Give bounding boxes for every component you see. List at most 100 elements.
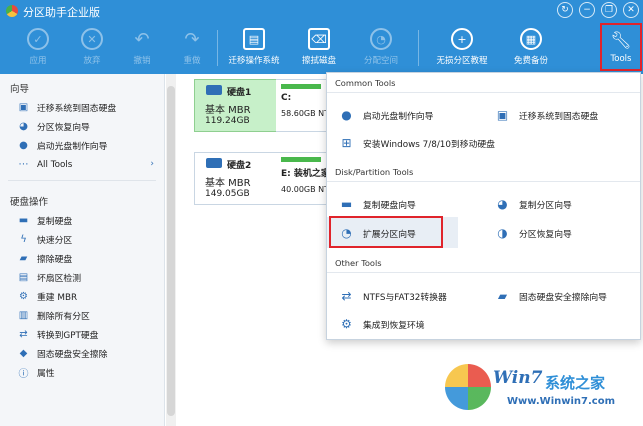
apply-button[interactable]: ✓ 应用 (18, 22, 58, 72)
wipe-disk-icon: ⌫ (308, 28, 330, 50)
sidebar-section-wizard: 向导 (10, 84, 30, 95)
sidebar-item-quick-partition[interactable]: ϟ 快速分区 (0, 230, 164, 249)
discard-label: 放弃 (83, 56, 101, 66)
menu-item-bootable-media[interactable]: ● 启动光盘制作向导 (339, 103, 433, 127)
backup-icon: ▦ (520, 28, 542, 50)
copy-disk-icon: ▬ (340, 197, 353, 211)
discard-button[interactable]: ✕ 放弃 (72, 22, 112, 72)
vertical-scrollbar[interactable] (166, 74, 176, 426)
toolbar-separator (217, 30, 218, 66)
sidebar-item-ssd-erase[interactable]: ◆ 固态硬盘安全擦除 (0, 344, 164, 363)
bootable-media-icon: ● (341, 108, 352, 122)
hard-disk-icon (206, 85, 222, 95)
allocate-space-button[interactable]: ◔ 分配空间 (356, 22, 406, 72)
migrate-icon: ▣ (18, 102, 29, 113)
watermark-brand: Win7 (493, 368, 543, 388)
menu-item-ssd-secure-erase[interactable]: ▰ 固态硬盘安全擦除向导 (495, 284, 607, 308)
undo-label: 撤销 (133, 56, 151, 66)
redo-button[interactable]: ↷ 重做 (172, 22, 212, 72)
hard-disk-icon (206, 158, 222, 168)
minimize-icon[interactable]: − (579, 2, 595, 18)
recovery-icon: ◑ (497, 226, 508, 240)
title-bar: 分区助手企业版 ↻ − ❐ ✕ (0, 0, 643, 22)
lossless-tutorial-button[interactable]: + 无损分区教程 (430, 22, 494, 72)
cancel-icon: ✕ (81, 28, 103, 50)
disk-card-2[interactable]: 硬盘2 基本 MBR 149.05GB (194, 152, 282, 205)
menu-section-disk-partition: Disk/Partition Tools (335, 167, 414, 177)
menu-item-label: NTFS与FAT32转换器 (363, 292, 447, 303)
menu-item-migrate-ssd[interactable]: ▣ 迁移系统到固态硬盘 (495, 103, 598, 127)
migrate-os-button[interactable]: ▤ 迁移操作系统 (222, 22, 286, 72)
refresh-icon[interactable]: ↻ (557, 2, 573, 18)
allocate-space-label: 分配空间 (363, 56, 398, 66)
sidebar-item-label: 迁移系统到固态硬盘 (37, 104, 117, 114)
menu-item-recovery-env[interactable]: ⚙ 集成到恢复环境 (339, 312, 424, 336)
undo-icon: ↶ (134, 28, 150, 50)
partition-usage-bar (281, 84, 321, 89)
sidebar-item-bad-sector[interactable]: ▤ 坏扇区检测 (0, 268, 164, 287)
menu-section-common: Common Tools (335, 78, 396, 88)
menu-divider (327, 92, 640, 93)
migrate-disk-icon: ▤ (243, 28, 265, 50)
sidebar-item-label: 属性 (37, 369, 55, 379)
sidebar-item-migrate-ssd[interactable]: ▣ 迁移系统到固态硬盘 (0, 98, 164, 117)
scan-icon: ▤ (18, 272, 29, 283)
menu-item-label: 固态硬盘安全擦除向导 (519, 292, 607, 303)
sidebar-item-properties[interactable]: ⓘ 属性 (0, 363, 164, 382)
lightning-icon: ϟ (20, 234, 27, 245)
menu-item-partition-recovery[interactable]: ◑ 分区恢复向导 (495, 221, 572, 245)
info-icon: ⓘ (18, 369, 29, 380)
menu-item-label: 迁移系统到固态硬盘 (519, 111, 599, 122)
watermark: Win7 系统之家 Www.Winwin7.com (445, 360, 635, 420)
tools-dropdown-menu: Common Tools ● 启动光盘制作向导 ▣ 迁移系统到固态硬盘 ⊞ 安装… (326, 72, 641, 340)
migrate-icon: ▣ (496, 108, 509, 122)
sidebar-item-label: 删除所有分区 (37, 312, 90, 322)
sidebar-item-delete-all[interactable]: ▥ 删除所有分区 (0, 306, 164, 325)
menu-divider (327, 181, 640, 182)
windows-icon: ⊞ (341, 136, 352, 150)
sidebar-item-copy-disk[interactable]: ▬ 复制硬盘 (0, 211, 164, 230)
toolbar: ✓ 应用 ✕ 放弃 ↶ 撤销 ↷ 重做 ▤ 迁移操作系统 ⌫ 擦拭磁盘 ◔ 分配… (0, 22, 643, 74)
ssd-icon: ◆ (19, 348, 28, 359)
tools-button[interactable]: 🔧︎ Tools (600, 23, 642, 71)
toolbar-separator (418, 30, 419, 66)
partition-usage-bar (281, 157, 321, 162)
sidebar: 向导 ▣ 迁移系统到固态硬盘 ◕ 分区恢复向导 ● 启动光盘制作向导 ⋯ All… (0, 74, 165, 426)
undo-button[interactable]: ↶ 撤销 (122, 22, 162, 72)
menu-item-label: 安装Windows 7/8/10到移动硬盘 (363, 139, 495, 150)
scroll-thumb[interactable] (167, 86, 175, 416)
menu-item-ntfs-fat32[interactable]: ⇄ NTFS与FAT32转换器 (339, 284, 447, 308)
sidebar-item-label: 启动光盘制作向导 (37, 142, 108, 152)
restore-icon[interactable]: ❐ (601, 2, 617, 18)
sidebar-item-convert-gpt[interactable]: ⇄ 转换到GPT硬盘 (0, 325, 164, 344)
menu-item-copy-partition[interactable]: ◕ 复制分区向导 (495, 192, 572, 216)
sidebar-item-partition-recovery[interactable]: ◕ 分区恢复向导 (0, 117, 164, 136)
dots-icon: ⋯ (18, 159, 29, 170)
sidebar-item-label: 坏扇区检测 (37, 274, 81, 284)
menu-item-copy-disk[interactable]: ▬ 复制硬盘向导 (339, 192, 416, 216)
menu-item-windows-to-go[interactable]: ⊞ 安装Windows 7/8/10到移动硬盘 (339, 131, 495, 155)
sidebar-item-rebuild-mbr[interactable]: ⚙ 重建 MBR (0, 287, 164, 306)
sidebar-item-bootable-media[interactable]: ● 启动光盘制作向导 (0, 136, 164, 155)
free-backup-label: 免费备份 (513, 56, 548, 66)
disk-name: 硬盘1 (227, 88, 252, 98)
redo-label: 重做 (183, 56, 201, 66)
app-title: 分区助手企业版 (23, 6, 100, 19)
sidebar-item-all-tools[interactable]: ⋯ All Tools › (0, 155, 164, 174)
free-backup-button[interactable]: ▦ 免费备份 (506, 22, 556, 72)
disk-name: 硬盘2 (227, 161, 252, 171)
disk-size: 119.24GB (205, 116, 250, 126)
menu-divider (327, 272, 640, 273)
eraser-icon: ▰ (19, 253, 28, 264)
delete-icon: ▥ (18, 310, 29, 321)
disk-type: 基本 MBR (205, 105, 251, 116)
sidebar-item-wipe-disk[interactable]: ▰ 擦除硬盘 (0, 249, 164, 268)
menu-section-other: Other Tools (335, 258, 382, 268)
watermark-logo-icon (445, 364, 491, 410)
pie-chart-icon: ◔ (370, 28, 392, 50)
close-icon[interactable]: ✕ (623, 2, 639, 18)
wipe-disk-button[interactable]: ⌫ 擦拭磁盘 (294, 22, 344, 72)
disk-card-1[interactable]: 硬盘1 基本 MBR 119.24GB (194, 79, 282, 132)
sidebar-divider (8, 180, 156, 181)
apply-label: 应用 (29, 56, 47, 66)
